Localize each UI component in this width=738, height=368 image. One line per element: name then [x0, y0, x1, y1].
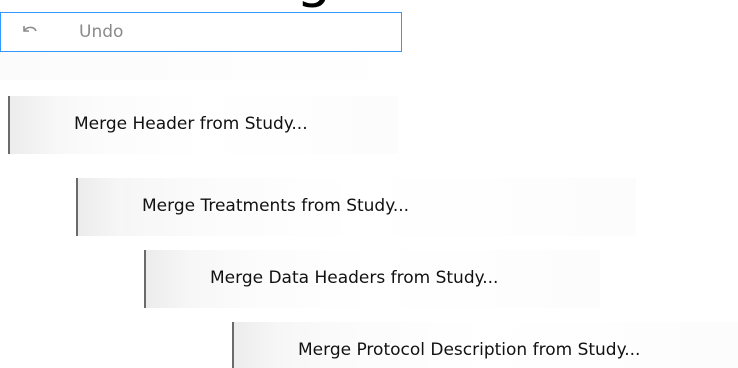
- menu-icon-column: [78, 178, 123, 236]
- merge-treatments-label: Merge Treatments from Study...: [142, 196, 410, 216]
- merge-treatments-menu-item[interactable]: Merge Treatments from Study...: [76, 178, 636, 236]
- undo-label: Undo: [79, 22, 124, 42]
- menu-gap: [0, 52, 402, 80]
- menu-icon-column: [234, 322, 279, 368]
- merge-protocol-description-menu-item[interactable]: Merge Protocol Description from Study...: [232, 322, 738, 368]
- undo-icon: [21, 23, 41, 41]
- undo-menu-item[interactable]: Undo: [0, 12, 402, 52]
- merge-data-headers-menu-item[interactable]: Merge Data Headers from Study...: [144, 250, 600, 308]
- menu-icon-column: [146, 250, 191, 308]
- merge-header-menu-item[interactable]: Merge Header from Study...: [8, 96, 398, 154]
- merge-header-label: Merge Header from Study...: [74, 114, 308, 134]
- menu-icon-column: [10, 96, 55, 154]
- merge-data-headers-label: Merge Data Headers from Study...: [210, 268, 499, 288]
- merge-protocol-description-label: Merge Protocol Description from Study...: [298, 340, 641, 360]
